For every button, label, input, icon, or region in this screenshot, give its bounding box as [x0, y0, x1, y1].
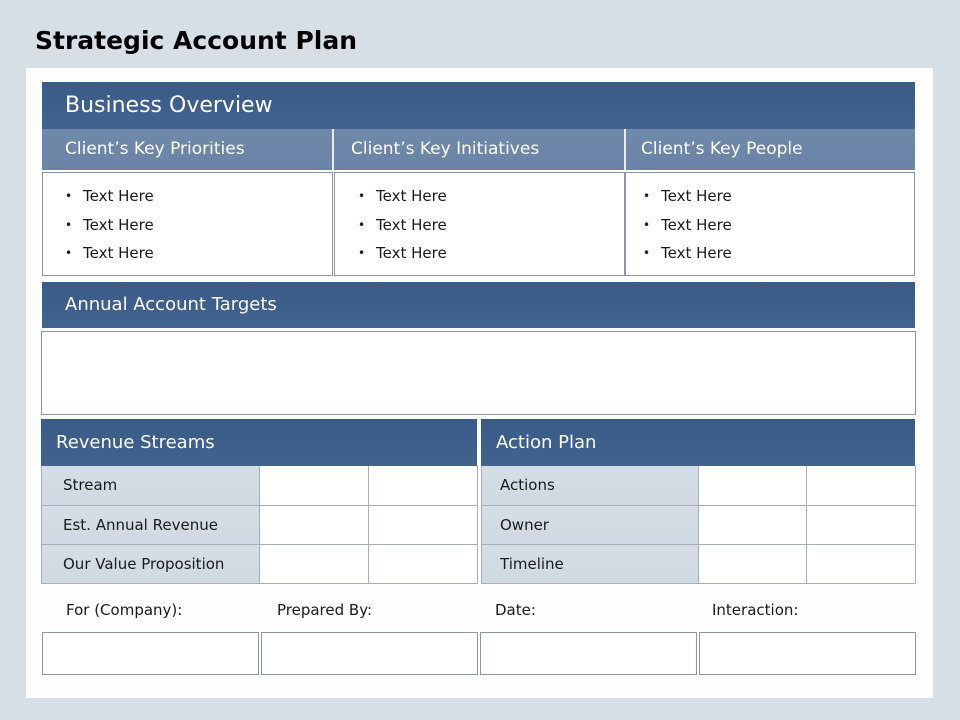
bullet-icon: •	[65, 189, 73, 203]
table-cell[interactable]	[259, 504, 369, 545]
date-field[interactable]	[480, 632, 697, 675]
list-item: • Text Here	[335, 241, 624, 270]
table-cell[interactable]	[368, 504, 478, 545]
bullet-icon: •	[643, 246, 651, 260]
bullet-icon: •	[643, 189, 651, 203]
row-label-est-annual-revenue: Est. Annual Revenue	[41, 504, 260, 545]
interaction-field[interactable]	[699, 632, 916, 675]
list-item: • Text Here	[335, 184, 624, 213]
business-overview-header: Business Overview	[42, 82, 915, 129]
account-plan-panel: Business Overview Client’s Key Prioritie…	[26, 68, 933, 698]
list-item: • Text Here	[626, 241, 914, 270]
key-priorities-header: Client’s Key Priorities	[42, 129, 332, 170]
table-cell[interactable]	[368, 466, 478, 506]
row-label-timeline: Timeline	[481, 543, 699, 584]
list-item: • Text Here	[626, 184, 914, 213]
bullet-icon: •	[358, 189, 366, 203]
key-priorities-list[interactable]: • Text Here • Text Here • Text Here	[42, 172, 333, 276]
table-cell[interactable]	[806, 466, 916, 506]
table-cell[interactable]	[259, 543, 369, 584]
table-cell[interactable]	[368, 543, 478, 584]
table-row: Our Value Proposition	[41, 543, 478, 584]
annual-account-targets-header: Annual Account Targets	[42, 282, 915, 328]
bullet-icon: •	[358, 246, 366, 260]
page-title: Strategic Account Plan	[35, 26, 358, 55]
bullet-icon: •	[358, 217, 366, 232]
key-initiatives-header: Client’s Key Initiatives	[334, 129, 624, 170]
table-cell[interactable]	[698, 466, 807, 506]
row-label-owner: Owner	[481, 504, 699, 545]
table-row: Owner	[481, 504, 916, 545]
prepared-by-label: Prepared By:	[277, 601, 373, 619]
table-cell[interactable]	[806, 504, 916, 545]
list-item: • Text Here	[43, 241, 332, 270]
table-cell[interactable]	[698, 543, 807, 584]
list-item: • Text Here	[335, 213, 624, 242]
key-people-header: Client’s Key People	[626, 129, 915, 170]
bullet-icon: •	[643, 217, 651, 232]
key-initiatives-list[interactable]: • Text Here • Text Here • Text Here	[334, 172, 625, 276]
date-label: Date:	[495, 601, 536, 619]
for-company-label: For (Company):	[66, 601, 183, 619]
action-plan-table: Actions Owner Timeline	[481, 466, 916, 584]
table-row: Stream	[41, 466, 478, 506]
list-item: • Text Here	[43, 184, 332, 213]
row-label-stream: Stream	[41, 466, 260, 506]
interaction-label: Interaction:	[712, 601, 799, 619]
table-row: Actions	[481, 466, 916, 506]
table-cell[interactable]	[259, 466, 369, 506]
list-item: • Text Here	[43, 213, 332, 242]
key-people-list[interactable]: • Text Here • Text Here • Text Here	[625, 172, 915, 276]
table-row: Est. Annual Revenue	[41, 504, 478, 545]
row-label-actions: Actions	[481, 466, 699, 506]
bullet-icon: •	[65, 217, 73, 232]
bullet-icon: •	[65, 246, 73, 260]
revenue-streams-table: Stream Est. Annual Revenue Our Value Pro…	[41, 466, 478, 584]
action-plan-header: Action Plan	[481, 419, 915, 466]
prepared-by-field[interactable]	[261, 632, 478, 675]
table-cell[interactable]	[806, 543, 916, 584]
table-row: Timeline	[481, 543, 916, 584]
revenue-streams-header: Revenue Streams	[41, 419, 477, 466]
annual-account-targets-field[interactable]	[41, 331, 916, 415]
list-item: • Text Here	[626, 213, 914, 242]
table-cell[interactable]	[698, 504, 807, 545]
row-label-value-proposition: Our Value Proposition	[41, 543, 260, 584]
for-company-field[interactable]	[42, 632, 259, 675]
